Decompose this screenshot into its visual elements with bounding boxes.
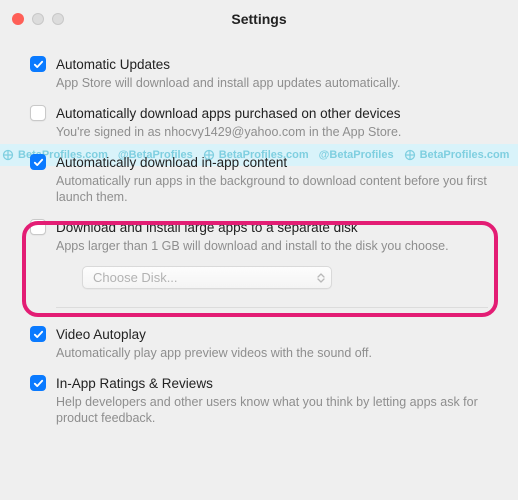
checkbox-large-apps-disk[interactable] <box>30 219 46 235</box>
option-large-apps-disk: Download and install large apps to a sep… <box>30 219 488 289</box>
option-video-autoplay: Video Autoplay Automatically play app pr… <box>30 326 488 361</box>
option-label: Automatic Updates <box>56 56 488 73</box>
settings-window: Settings BetaProfiles.com @BetaProfiles … <box>0 0 518 500</box>
option-label: Automatically download in-app content <box>56 154 488 171</box>
choose-disk-select[interactable]: Choose Disk... <box>82 266 332 289</box>
option-ratings-reviews: In-App Ratings & Reviews Help developers… <box>30 375 488 426</box>
titlebar: Settings <box>0 0 518 38</box>
checkbox-ratings-reviews[interactable] <box>30 375 46 391</box>
option-auto-download-inapp: Automatically download in-app content Au… <box>30 154 488 205</box>
settings-content: Automatic Updates App Store will downloa… <box>0 38 518 426</box>
option-desc: Apps larger than 1 GB will download and … <box>56 238 488 254</box>
select-placeholder: Choose Disk... <box>93 270 178 285</box>
chevron-updown-icon <box>317 273 325 283</box>
checkbox-auto-updates[interactable] <box>30 56 46 72</box>
option-label: In-App Ratings & Reviews <box>56 375 488 392</box>
option-desc: Automatically play app preview videos wi… <box>56 345 488 361</box>
page-title: Settings <box>0 11 518 27</box>
option-label: Video Autoplay <box>56 326 488 343</box>
checkbox-auto-download-purchased[interactable] <box>30 105 46 121</box>
option-auto-download-purchased: Automatically download apps purchased on… <box>30 105 488 140</box>
checkbox-video-autoplay[interactable] <box>30 326 46 342</box>
option-desc: App Store will download and install app … <box>56 75 488 91</box>
option-desc: You're signed in as nhocvy1429@yahoo.com… <box>56 124 488 140</box>
option-auto-updates: Automatic Updates App Store will downloa… <box>30 56 488 91</box>
divider <box>56 307 488 308</box>
option-label: Automatically download apps purchased on… <box>56 105 488 122</box>
option-desc: Automatically run apps in the background… <box>56 173 488 205</box>
checkbox-auto-download-inapp[interactable] <box>30 154 46 170</box>
option-label: Download and install large apps to a sep… <box>56 219 488 236</box>
option-desc: Help developers and other users know wha… <box>56 394 488 426</box>
